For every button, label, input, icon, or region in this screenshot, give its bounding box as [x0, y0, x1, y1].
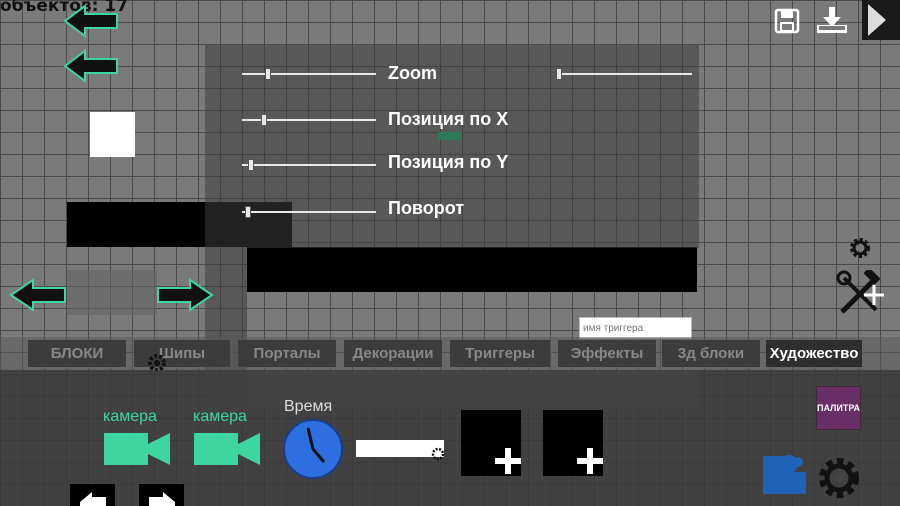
save-icon[interactable] [774, 8, 800, 34]
tools-icon[interactable] [836, 270, 886, 318]
time-label: Время [284, 398, 333, 415]
camera1-label: камера [103, 408, 157, 425]
tab-decorations[interactable]: Декорации [344, 340, 442, 367]
back-arrow-icon[interactable] [63, 4, 119, 38]
position-x-slider[interactable] [242, 110, 376, 130]
puzzle-icon[interactable] [762, 452, 808, 498]
tab-portals[interactable]: Порталы [238, 340, 336, 367]
settings-gear-icon[interactable] [816, 455, 862, 501]
rotation-label: Поворот [388, 198, 465, 218]
arrow-left-icon[interactable] [9, 278, 67, 312]
palette-button[interactable]: ПАЛИТРА [816, 386, 861, 430]
arrow-right-icon[interactable] [156, 278, 214, 312]
trigger-name-input[interactable] [579, 317, 692, 339]
arrow-left-icon [80, 492, 106, 506]
camera-icon[interactable] [194, 432, 262, 466]
gear-tiny-icon[interactable] [431, 447, 445, 461]
gray-cell [67, 270, 157, 315]
position-y-slider[interactable] [242, 155, 376, 175]
arrow-right-icon [149, 492, 175, 506]
camera2-label: камера [193, 408, 247, 425]
gear-icon[interactable] [848, 236, 872, 260]
rotation-slider[interactable] [242, 202, 376, 222]
panel-shadow [205, 370, 699, 408]
position-x-label: Позиция по X [388, 109, 509, 129]
zoom-extra-slider[interactable] [556, 64, 692, 84]
tab-blocks[interactable]: БЛОКИ [28, 340, 126, 367]
camera-icon[interactable] [104, 432, 172, 466]
zoom-label: Zoom [388, 63, 437, 83]
tab-3d-blocks[interactable]: 3д блоки [662, 340, 760, 367]
download-icon[interactable] [815, 5, 849, 35]
play-icon[interactable] [866, 2, 888, 38]
position-y-label: Позиция по Y [388, 152, 509, 172]
tab-effects[interactable]: Эффекты [558, 340, 656, 367]
undo-arrow-icon[interactable] [63, 49, 119, 83]
clock-icon[interactable] [282, 418, 344, 480]
tab-triggers[interactable]: Триггеры [450, 340, 550, 367]
plus-icon[interactable] [494, 447, 522, 475]
tab-art[interactable]: Художество [766, 340, 862, 367]
black-block-lower [247, 247, 697, 292]
green-marker [438, 132, 462, 140]
zoom-slider[interactable] [242, 64, 376, 84]
plus-icon[interactable] [576, 447, 604, 475]
white-block [90, 112, 135, 157]
